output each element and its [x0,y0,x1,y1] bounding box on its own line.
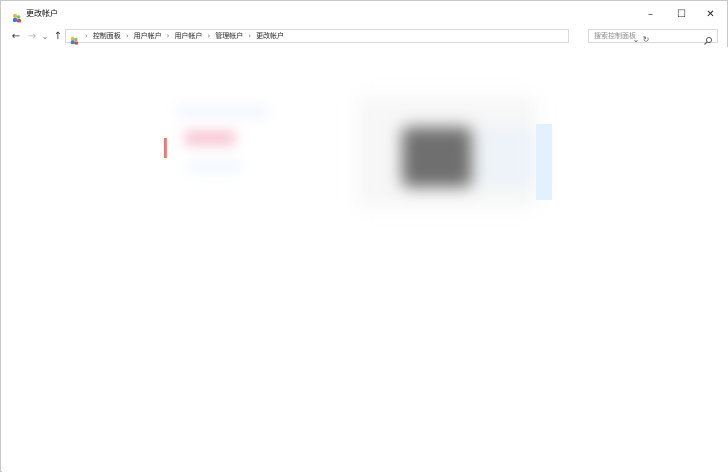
breadcrumb-separator-icon: › [166,32,170,40]
blurred-highlight [536,124,552,200]
breadcrumb-separator-icon: › [248,32,252,40]
search-icon[interactable] [703,31,713,45]
search-placeholder: 搜索控制面板 [594,32,636,40]
blurred-row [187,162,242,172]
blurred-row [185,131,235,145]
window: 更改帐户 – ☐ ✕ ← → ⌄ ↑ › 控制面板 › 用户帐户 › 用户帐户 … [0,0,728,472]
minimize-button[interactable]: – [634,1,667,27]
breadcrumb-change-account[interactable]: 更改帐户 [256,31,284,41]
blurred-card-details [477,127,537,187]
address-toolbar: ← → ⌄ ↑ › 控制面板 › 用户帐户 › 用户帐户 › 管理帐户 › 更改… [1,27,727,47]
content-area [2,47,728,472]
breadcrumb-user-accounts[interactable]: 用户帐户 [134,31,162,41]
back-button[interactable]: ← [10,29,22,43]
address-bar[interactable]: › 控制面板 › 用户帐户 › 用户帐户 › 管理帐户 › 更改帐户 ⌄ ↻ [65,29,649,45]
window-title: 更改帐户 [26,9,58,18]
breadcrumb: › 控制面板 › 用户帐户 › 用户帐户 › 管理帐户 › 更改帐户 [85,30,284,42]
breadcrumb-separator-icon: › [125,32,129,40]
breadcrumb-separator-icon: › [85,32,88,40]
control-panel-users-icon [69,31,79,45]
title-bar: 更改帐户 – ☐ ✕ [1,1,727,27]
breadcrumb-manage-accounts[interactable]: 管理帐户 [215,31,243,41]
close-button[interactable]: ✕ [694,1,727,27]
account-options-blurred [167,97,297,207]
search-box[interactable]: 搜索控制面板 [588,29,718,45]
avatar [402,127,472,187]
breadcrumb-user-accounts-2[interactable]: 用户帐户 [174,31,202,41]
control-panel-users-icon [11,9,22,23]
account-card-blurred [357,97,552,207]
forward-button[interactable]: → [26,29,38,43]
breadcrumb-control-panel[interactable]: 控制面板 [93,31,121,41]
blurred-row [177,107,267,117]
breadcrumb-separator-icon: › [207,32,211,40]
up-button[interactable]: ↑ [52,29,64,43]
recent-locations-button[interactable]: ⌄ [39,29,51,43]
